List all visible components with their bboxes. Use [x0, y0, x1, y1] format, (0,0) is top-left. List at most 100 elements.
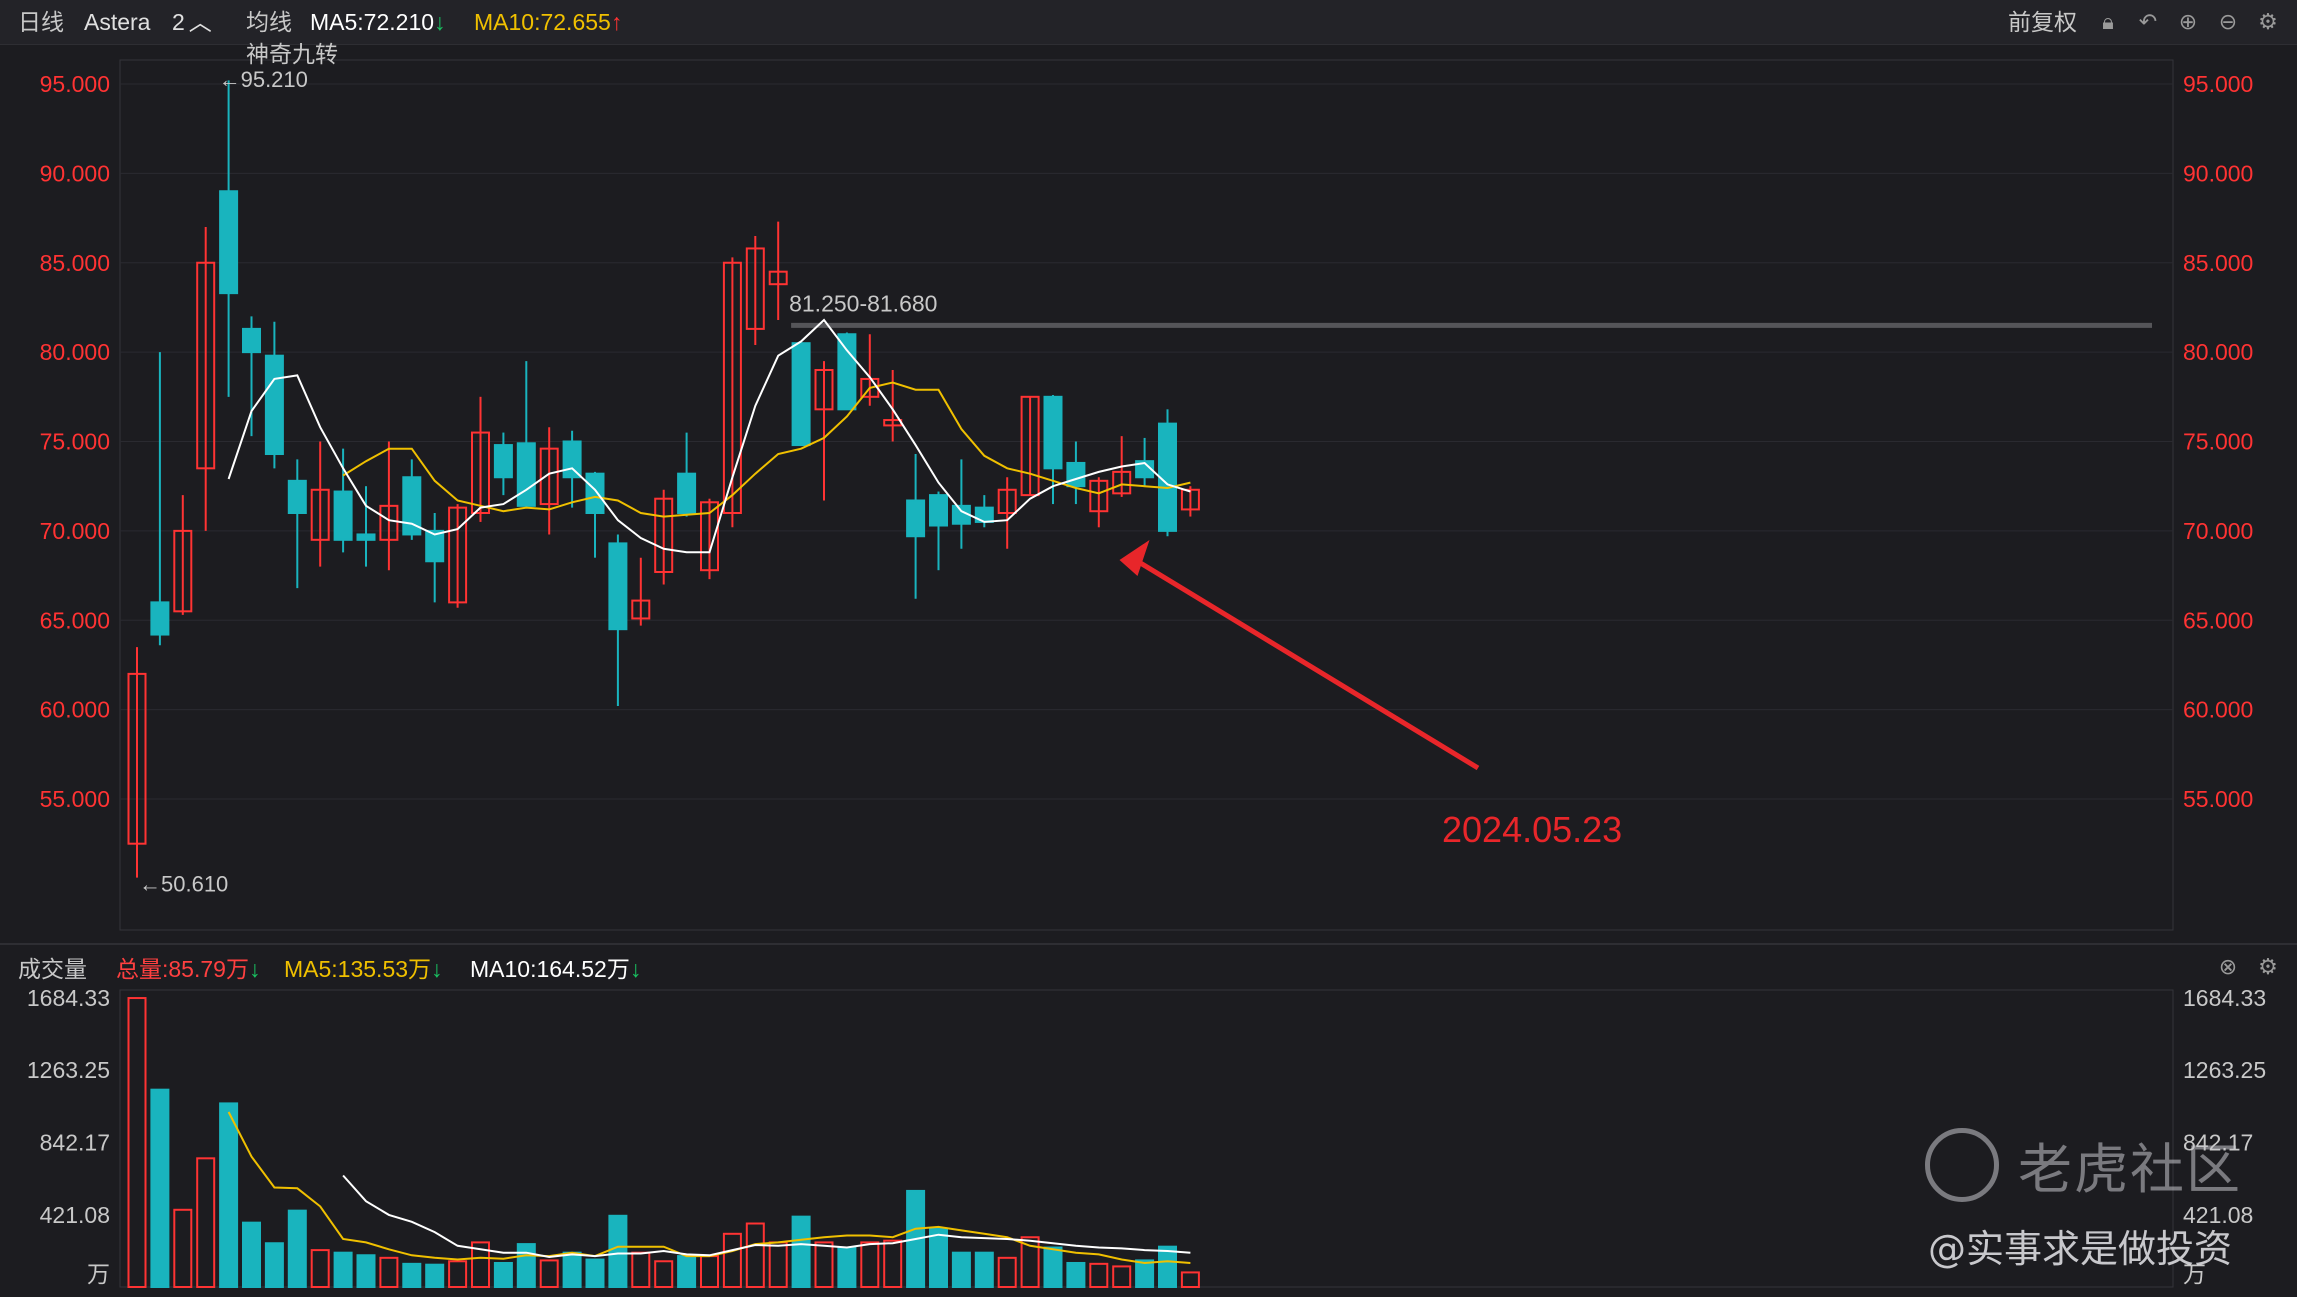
candle — [219, 80, 239, 397]
ma10-value: MA10:72.655↑ — [474, 8, 622, 36]
range-label: 81.250-81.680 — [789, 290, 937, 316]
volume-bar — [860, 1241, 880, 1289]
price-tick-right: 55.000 — [2183, 786, 2253, 812]
candle-body — [150, 601, 170, 636]
candle — [1020, 395, 1040, 497]
volume-bar — [1112, 1265, 1132, 1288]
candle — [333, 448, 353, 553]
ma-title[interactable]: 均线 — [246, 8, 292, 36]
volume-bar — [287, 1209, 307, 1289]
arrow-down-icon: ↓ — [629, 956, 642, 982]
settings-icon[interactable]: ⚙ — [2255, 9, 2281, 35]
volume-bar — [1135, 1259, 1155, 1289]
candle — [1043, 395, 1063, 505]
volume-ma10-text: MA10:164.52万 — [470, 956, 630, 982]
candle — [722, 257, 742, 528]
price-tick-right: 65.000 — [2183, 607, 2253, 633]
candle-body — [562, 440, 582, 479]
candle — [310, 441, 330, 567]
candle-body — [356, 533, 376, 541]
zoom-out-icon[interactable]: ⊖ — [2215, 9, 2241, 35]
candle-body — [608, 542, 628, 631]
volume-tick-left: 421.08 — [40, 1202, 110, 1228]
volume-bar — [173, 1208, 193, 1289]
arrow-up-icon: ↑ — [610, 9, 623, 35]
volume-bar — [242, 1221, 261, 1288]
candle-body — [837, 333, 857, 411]
candle — [196, 227, 216, 531]
candle — [883, 370, 903, 442]
volume-bar — [356, 1254, 376, 1289]
candle — [1066, 441, 1086, 505]
low-price-label: ←50.610 — [139, 871, 228, 896]
annotation-arrow-head — [1119, 540, 1150, 576]
arrow-down-icon: ↓ — [248, 956, 261, 982]
candle — [677, 432, 697, 517]
volume-bar — [768, 1241, 788, 1289]
volume-bar — [974, 1251, 994, 1289]
candle — [127, 647, 147, 878]
period-selector[interactable]: 日线 — [18, 8, 64, 36]
price-tick-left: 55.000 — [40, 786, 110, 812]
volume-bar — [631, 1251, 651, 1289]
candle-body — [219, 190, 239, 295]
volume-bar — [585, 1258, 605, 1289]
annotation-date-label: 2024.05.23 — [1442, 809, 1622, 850]
volume-bar — [1089, 1262, 1109, 1289]
candle-body — [333, 490, 353, 541]
volume-unit-left: 万 — [87, 1262, 110, 1288]
volume-bar — [562, 1251, 582, 1289]
candle-body — [585, 472, 605, 514]
volume-bar — [791, 1215, 811, 1289]
close-panel-icon[interactable]: ⊗ — [2215, 954, 2241, 980]
indicator-count[interactable]: 2 ︿ — [172, 8, 212, 36]
watermark-brand: 老虎社区 — [2018, 1138, 2242, 1201]
candle-body — [516, 442, 536, 507]
volume-bar — [745, 1222, 765, 1288]
volume-tick-right: 1684.33 — [2183, 985, 2266, 1011]
volume-bar — [608, 1214, 628, 1289]
volume-panel-frame — [119, 989, 2174, 1288]
volume-bar — [379, 1256, 399, 1289]
candle — [791, 342, 811, 447]
candlestick-chart[interactable]: 95.000 95.000 90.000 90.000 85.000 85.000 80.0… — [0, 0, 2297, 1297]
candle — [768, 221, 788, 320]
td-sequential-label: 神奇九转 — [246, 41, 338, 67]
candle — [379, 441, 399, 571]
price-tick-left: 95.000 — [40, 71, 110, 97]
volume-bar — [402, 1262, 422, 1289]
undo-icon[interactable]: ↶ — [2135, 9, 2161, 35]
price-tick-left: 90.000 — [40, 160, 110, 186]
lock-icon[interactable]: 🔒︎ — [2095, 9, 2121, 35]
arrow-down-icon: ↓ — [431, 956, 443, 982]
candle — [700, 498, 719, 580]
price-tick-right: 60.000 — [2183, 697, 2253, 723]
volume-ma10-line — [342, 1174, 1191, 1259]
volume-bar — [493, 1261, 513, 1289]
volume-bar — [539, 1259, 559, 1289]
candle — [402, 459, 422, 540]
price-tick-left: 85.000 — [40, 250, 110, 276]
price-tick-right: 80.000 — [2183, 339, 2253, 365]
candle — [745, 235, 765, 345]
zoom-in-icon[interactable]: ⊕ — [2175, 9, 2201, 35]
volume-bar — [997, 1256, 1017, 1289]
candle-body — [791, 342, 811, 447]
ma10-line — [342, 381, 1191, 518]
volume-bar — [722, 1232, 742, 1288]
candle — [631, 557, 651, 626]
candle — [539, 427, 559, 535]
volume-tick-left: 842.17 — [40, 1129, 110, 1155]
adjust-mode[interactable]: 前复权 — [2008, 8, 2077, 36]
volume-bar — [883, 1239, 903, 1288]
candle — [997, 477, 1017, 549]
price-tick-left: 70.000 — [40, 518, 110, 544]
candle-body — [242, 327, 261, 354]
volume-title: 成交量 — [18, 956, 87, 982]
candle-body — [493, 444, 513, 479]
volume-bar — [333, 1251, 353, 1289]
candle — [1089, 477, 1109, 528]
volume-settings-icon[interactable]: ⚙ — [2255, 954, 2281, 980]
volume-bar — [1066, 1261, 1086, 1289]
price-tick-right: 85.000 — [2183, 250, 2253, 276]
